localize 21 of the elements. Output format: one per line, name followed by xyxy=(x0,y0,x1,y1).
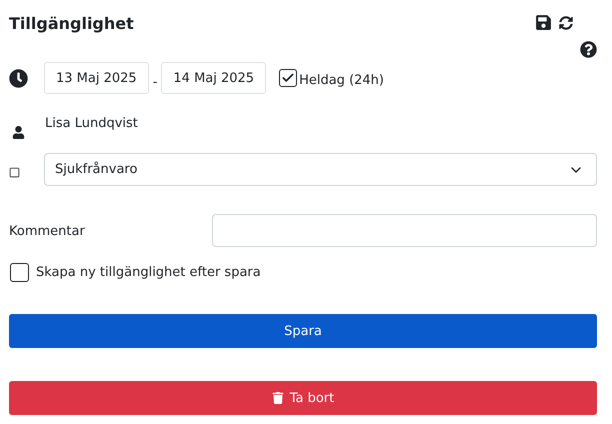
clock-icon xyxy=(9,68,28,88)
trash-icon xyxy=(272,392,284,404)
delete-button[interactable]: Ta bort xyxy=(9,381,597,415)
panel-title: Tillgänglighet xyxy=(9,14,135,33)
save-icon[interactable] xyxy=(535,14,552,31)
refresh-icon[interactable] xyxy=(559,16,573,30)
person-icon xyxy=(12,126,25,139)
all-day-checkbox[interactable] xyxy=(279,69,298,87)
comment-field[interactable] xyxy=(212,214,597,247)
check-icon xyxy=(281,71,296,85)
date-separator: - xyxy=(152,74,158,90)
checkbox-label: Skapa ny tillgänglighet efter spara xyxy=(36,265,261,280)
date-field[interactable]: 13 Maj 2025 xyxy=(44,62,149,94)
type-select[interactable]: Sjukfrånvaro xyxy=(44,153,597,186)
save-button[interactable]: Spara xyxy=(9,314,597,348)
person-name: Lisa Lundqvist xyxy=(45,116,138,131)
field-label: Kommentar xyxy=(9,224,85,239)
help-icon[interactable] xyxy=(580,41,597,58)
date-field[interactable]: 14 Maj 2025 xyxy=(161,62,266,94)
checkbox[interactable] xyxy=(10,263,29,282)
checkbox-label: Heldag (24h) xyxy=(299,72,384,88)
